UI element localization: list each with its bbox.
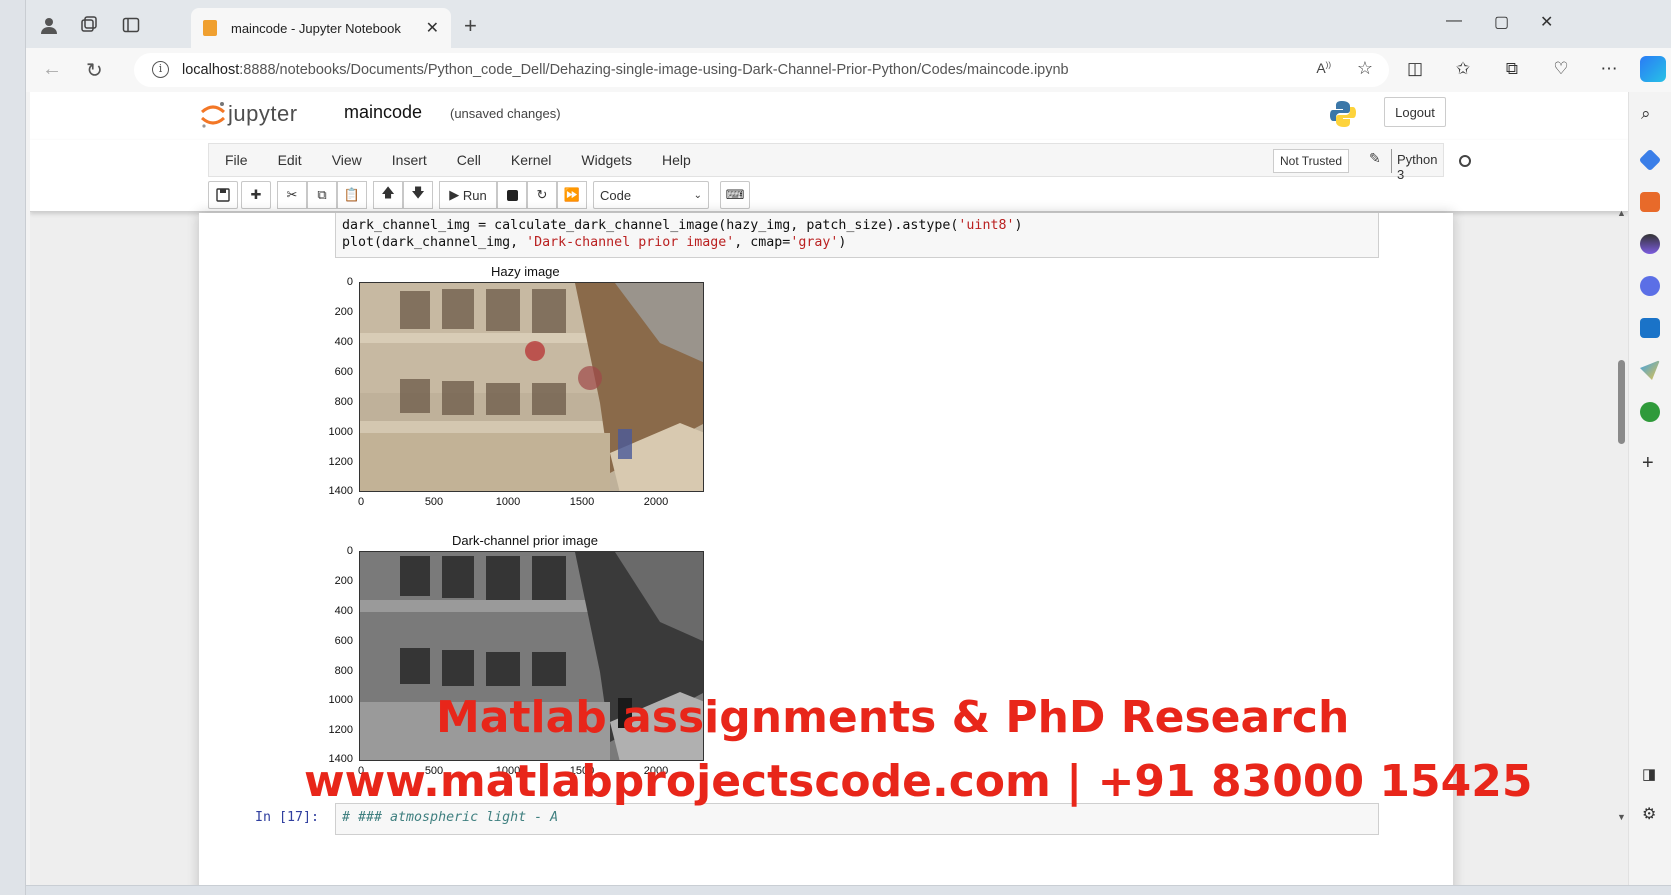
menubar: File Edit View Insert Cell Kernel Widget… [208, 143, 1471, 182]
back-icon[interactable]: ← [42, 58, 62, 81]
trust-indicator[interactable]: Not Trusted [1273, 149, 1350, 173]
jupyter-header: jupyter maincode (unsaved changes) Logou… [30, 92, 1628, 140]
watermark-line1: Matlab assignments & PhD Research [436, 692, 1350, 743]
move-down-icon[interactable]: 🡇 [403, 181, 433, 209]
new-tab-icon[interactable]: + [464, 15, 477, 37]
edit-pencil-icon[interactable]: ✎ [1369, 150, 1381, 167]
kernel-idle-icon [1459, 155, 1471, 167]
notebook-toolbar: ✚ ✂ ⧉ 📋 🡅 🡇 ▶ Run ↻ ⏩ Code ⌄ ⌨ [208, 180, 753, 210]
run-button[interactable]: ▶ Run [439, 181, 497, 209]
plot-title: Dark-channel prior image [452, 533, 598, 548]
more-options-icon[interactable]: ⋯ [1598, 58, 1620, 80]
favorite-star-icon[interactable]: ☆ [1357, 58, 1373, 79]
close-window-icon[interactable]: ✕ [1540, 12, 1553, 32]
browser-window: maincode - Jupyter Notebook ✕ + — ▢ ✕ ← … [0, 0, 1671, 895]
logout-button[interactable]: Logout [1384, 97, 1446, 127]
hazy-image [359, 282, 704, 492]
python-logo-icon [1330, 100, 1356, 128]
menu-widgets[interactable]: Widgets [565, 152, 646, 168]
url-path: :8888/notebooks/Documents/Python_code_De… [239, 62, 1069, 78]
code-cell-input[interactable]: dark_channel_img = calculate_dark_channe… [335, 213, 1379, 258]
tab-actions-icon[interactable] [120, 14, 142, 36]
tab-active[interactable]: maincode - Jupyter Notebook ✕ [191, 8, 451, 48]
sidebar-toggle-icon[interactable]: ◨ [1642, 765, 1656, 783]
code-line: dark_channel_img = calculate_dark_channe… [342, 218, 1023, 233]
scroll-up-icon[interactable]: ▲ [1617, 208, 1626, 218]
scrollbar-thumb[interactable] [1618, 360, 1625, 444]
tree-icon[interactable] [1640, 402, 1660, 422]
restart-run-all-icon[interactable]: ⏩ [557, 181, 587, 209]
address-bar[interactable]: i localhost:8888/notebooks/Documents/Pyt… [134, 53, 1389, 87]
paste-icon[interactable]: 📋 [337, 181, 367, 209]
insert-cell-below-icon[interactable]: ✚ [241, 181, 271, 209]
profile-icon[interactable] [38, 14, 60, 36]
close-tab-icon[interactable]: ✕ [426, 18, 439, 38]
copilot-icon[interactable] [1640, 56, 1666, 82]
menu-edit[interactable]: Edit [262, 152, 316, 168]
microsoft365-icon[interactable] [1640, 276, 1660, 296]
chevron-down-icon: ⌄ [693, 189, 702, 201]
cell-prompt: In [17]: [255, 810, 320, 825]
menu-kernel[interactable]: Kernel [495, 152, 565, 168]
outlook-icon[interactable] [1640, 318, 1660, 338]
move-up-icon[interactable]: 🡅 [373, 181, 403, 209]
save-icon[interactable] [208, 181, 238, 209]
favorites-icon[interactable]: ✩ [1452, 58, 1474, 80]
read-aloud-icon[interactable]: A)) [1316, 60, 1331, 76]
menu-view[interactable]: View [316, 152, 376, 168]
cell-type-value: Code [600, 187, 632, 203]
add-sidebar-app-icon[interactable]: + [1642, 452, 1654, 475]
interrupt-icon[interactable] [497, 181, 527, 209]
split-screen-icon[interactable]: ◫ [1404, 58, 1426, 80]
tab-bar: maincode - Jupyter Notebook ✕ + — ▢ ✕ [26, 0, 1671, 48]
code-cell-input[interactable]: # ### atmospheric light - A [335, 803, 1379, 835]
keyboard-shortcuts-icon[interactable]: ⌨ [720, 181, 750, 209]
watermark-line2: www.matlabprojectscode.com | +91 83000 1… [304, 756, 1533, 807]
menu-help[interactable]: Help [646, 152, 705, 168]
settings-gear-icon[interactable]: ⚙ [1642, 804, 1656, 824]
kernel-name[interactable]: Python 3 [1397, 152, 1443, 182]
vertical-scrollbar[interactable]: ▲ ▼ [1614, 200, 1628, 892]
browser-essentials-icon[interactable]: ♡ [1550, 58, 1572, 80]
refresh-icon[interactable]: ↻ [86, 58, 103, 83]
jupyter-logo-icon[interactable] [200, 100, 226, 130]
send-icon[interactable] [1640, 360, 1660, 380]
menu-file[interactable]: File [209, 152, 262, 168]
save-status: (unsaved changes) [450, 106, 561, 121]
taskbar-edge [26, 885, 1671, 895]
menu-insert[interactable]: Insert [376, 152, 441, 168]
code-line: plot(dark_channel_img, 'Dark-channel pri… [342, 235, 847, 250]
workspaces-icon[interactable] [78, 14, 100, 36]
jupyter-menus: File Edit View Insert Cell Kernel Widget… [30, 140, 1628, 212]
cell-type-select[interactable]: Code ⌄ [593, 181, 709, 209]
scroll-down-icon[interactable]: ▼ [1617, 812, 1626, 822]
url-host: localhost [182, 62, 240, 78]
tab-title: maincode - Jupyter Notebook [231, 20, 401, 36]
plot-title: Hazy image [491, 264, 560, 279]
search-icon[interactable]: ⌕ [1641, 104, 1651, 124]
jupyter-logo-text[interactable]: jupyter [228, 101, 298, 127]
copy-icon[interactable]: ⧉ [307, 181, 337, 209]
edge-sidebar: ⌕ + ◨ ⚙ [1628, 92, 1671, 895]
cut-icon[interactable]: ✂ [277, 181, 307, 209]
games-icon[interactable] [1640, 234, 1660, 254]
restart-icon[interactable]: ↻ [527, 181, 557, 209]
desktop-edge [0, 0, 26, 895]
shopping-tag-icon[interactable] [1638, 148, 1662, 172]
jupyter-tab-favicon-icon [203, 20, 217, 36]
menu-cell[interactable]: Cell [441, 152, 495, 168]
collections-icon[interactable]: ⧉ [1501, 58, 1523, 80]
run-label: Run [462, 187, 487, 203]
notebook-name[interactable]: maincode [344, 102, 422, 123]
maximize-icon[interactable]: ▢ [1494, 12, 1509, 32]
minimize-icon[interactable]: — [1446, 12, 1462, 30]
tools-icon[interactable] [1640, 192, 1660, 212]
site-info-icon[interactable]: i [152, 61, 169, 78]
play-icon: ▶ [449, 187, 460, 202]
